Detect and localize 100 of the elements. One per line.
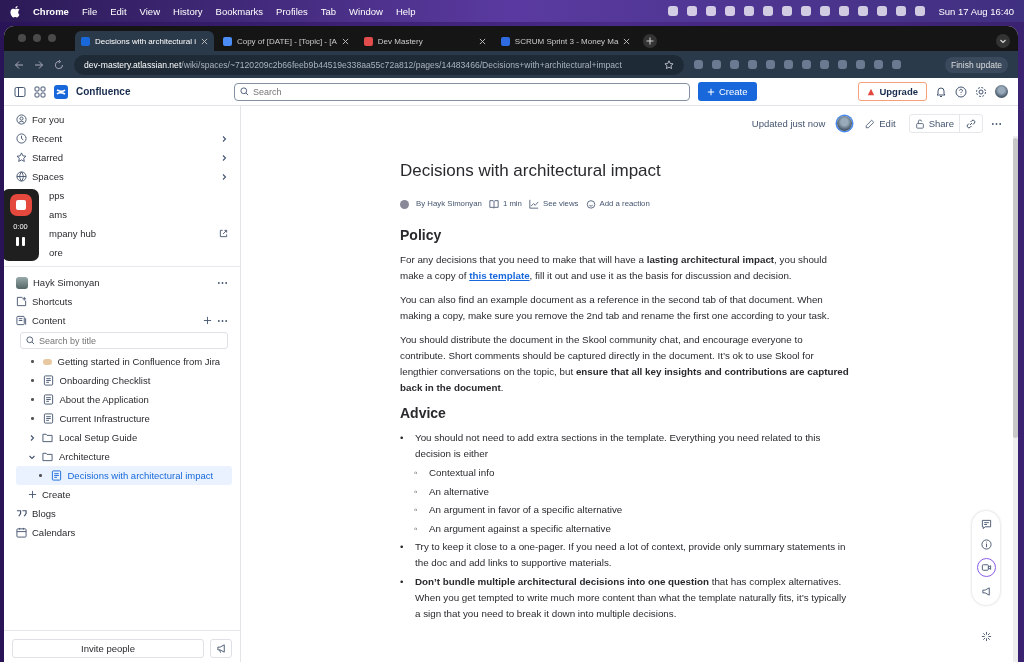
edit-button[interactable]: Edit	[860, 115, 901, 132]
chevron-right-icon[interactable]	[220, 153, 228, 162]
tab-search-button[interactable]	[996, 34, 1010, 48]
link-icon[interactable]	[965, 117, 977, 130]
sidebar-item[interactable]: pps	[49, 190, 65, 201]
status-icon[interactable]	[744, 6, 755, 16]
status-icon[interactable]	[858, 6, 869, 16]
invite-people-button[interactable]: Invite people	[12, 639, 204, 658]
sidebar-item[interactable]: Recent	[32, 133, 63, 144]
forward-icon[interactable]	[34, 59, 44, 70]
more-icon[interactable]	[991, 121, 1002, 126]
sidebar-item[interactable]: ore	[49, 247, 63, 258]
sparkle-icon[interactable]	[981, 631, 992, 642]
sidebar-item[interactable]: Calendars	[32, 527, 76, 538]
chevron-right-icon[interactable]	[28, 433, 36, 442]
sidebar-toggle-icon[interactable]	[14, 85, 26, 98]
list-item: Try to keep it close to a one-pager. If you need a lot of context, provide only summary statements in the doc and add links to supportive materials.	[415, 540, 847, 570]
new-tab-button[interactable]	[643, 34, 658, 48]
page-tree-item[interactable]: Onboarding Checklist	[16, 371, 232, 390]
status-icon[interactable]	[706, 6, 717, 16]
search-field[interactable]: Search	[234, 82, 690, 101]
reload-icon[interactable]	[54, 59, 64, 70]
sidebar-item[interactable]: Spaces	[32, 171, 64, 182]
page-tree-item[interactable]: About the Application	[16, 390, 232, 409]
template-link[interactable]: this template	[469, 270, 530, 281]
page-tree-item[interactable]: Current Infrastructure	[16, 409, 232, 428]
confluence-logo-icon[interactable]	[54, 84, 68, 99]
space-name[interactable]: Hayk Simonyan	[33, 277, 100, 288]
info-icon[interactable]	[980, 538, 992, 550]
comment-icon[interactable]	[980, 519, 992, 531]
page-tree-item[interactable]: Architecture	[16, 447, 232, 466]
sidebar-item[interactable]: For you	[32, 114, 65, 125]
page-tree-item[interactable]: Local Setup Guide	[16, 428, 232, 447]
pause-icon[interactable]	[16, 237, 25, 246]
menu-item[interactable]: Bookmarks	[215, 5, 264, 17]
upgrade-button[interactable]: Upgrade	[858, 82, 927, 101]
status-icon[interactable]	[763, 6, 774, 16]
status-icon[interactable]	[896, 6, 907, 16]
page-tree-item[interactable]: Getting started in Confluence from Jira	[16, 352, 232, 371]
menu-item[interactable]: File	[81, 5, 98, 17]
notification-bell-icon[interactable]	[935, 85, 947, 98]
sidebar-item[interactable]: ams	[49, 209, 67, 220]
list-item: An argument in favor of a specific alternative	[429, 503, 623, 517]
browser-tab[interactable]: Decisions with architectural i	[75, 31, 214, 51]
announcement-icon[interactable]	[980, 585, 992, 597]
stop-recording-button[interactable]	[9, 194, 32, 216]
feedback-button[interactable]	[210, 639, 232, 658]
bullet: •	[400, 431, 405, 445]
menu-item[interactable]: View	[139, 5, 160, 17]
create-button[interactable]: Create	[698, 82, 757, 101]
back-icon[interactable]	[14, 59, 24, 70]
status-icon[interactable]	[877, 6, 888, 16]
browser-tab[interactable]: Copy of [DATE] - [Topic] - [A	[216, 31, 355, 51]
avatar[interactable]	[995, 85, 1008, 98]
menu-item[interactable]: Chrome	[33, 5, 69, 17]
browser-tab[interactable]: Dev Mastery	[357, 31, 492, 51]
page-tree-item[interactable]: Decisions with architectural impact	[16, 466, 232, 485]
close-icon[interactable]	[623, 37, 631, 45]
chevron-right-icon[interactable]	[220, 172, 228, 181]
user-icon	[16, 114, 27, 125]
bookmark-star-icon[interactable]	[664, 59, 674, 70]
menu-item[interactable]: Edit	[110, 5, 127, 17]
browser-tab[interactable]: SCRUM Sprint 3 - Money Ma	[494, 31, 637, 51]
add-icon[interactable]	[203, 316, 212, 325]
help-icon[interactable]	[955, 85, 967, 98]
avatar[interactable]	[837, 116, 853, 131]
more-icon[interactable]	[217, 318, 228, 323]
close-icon[interactable]	[478, 37, 486, 45]
status-icon[interactable]	[915, 6, 926, 16]
external-link-icon[interactable]	[219, 229, 228, 238]
chevron-right-icon[interactable]	[220, 134, 228, 143]
sidebar-item[interactable]: mpany hub	[49, 228, 96, 239]
address-bar[interactable]: dev-mastery.atlassian.net/wiki/spaces/~7120209c2b66feeb9b44519e338aa55c72a812/pages/14483466/Decisions+with+architectural+impact	[74, 54, 684, 75]
list-item: Contextual info	[429, 466, 495, 480]
menu-item[interactable]: Tab	[320, 5, 337, 17]
more-icon[interactable]	[217, 280, 228, 285]
status-icon[interactable]	[687, 6, 698, 16]
status-icon[interactable]	[839, 6, 850, 16]
menu-item[interactable]: History	[173, 5, 203, 17]
status-icon[interactable]	[725, 6, 736, 16]
status-icon[interactable]	[820, 6, 831, 16]
add-reaction-icon	[585, 199, 596, 209]
close-icon[interactable]	[200, 37, 208, 45]
menu-item[interactable]: Profiles	[276, 5, 308, 17]
menu-item[interactable]: Help	[395, 5, 416, 17]
menu-item[interactable]: Window	[349, 5, 383, 17]
status-icon[interactable]	[782, 6, 793, 16]
status-icon[interactable]	[801, 6, 812, 16]
sidebar-item[interactable]: Blogs	[32, 508, 56, 519]
product-name[interactable]: Confluence	[76, 86, 226, 97]
settings-icon[interactable]	[975, 85, 987, 98]
close-icon[interactable]	[341, 37, 349, 45]
sidebar-item[interactable]: Starred	[32, 152, 64, 163]
sidebar-item[interactable]: Shortcuts	[32, 296, 73, 307]
finish-update-button[interactable]: Finish update	[944, 56, 1008, 73]
apple-icon[interactable]	[10, 4, 21, 18]
status-icon[interactable]	[668, 6, 679, 16]
sidebar-item[interactable]: Content	[32, 315, 66, 326]
app-switcher-icon[interactable]	[34, 85, 46, 98]
sidebar-item[interactable]: Create	[42, 489, 71, 500]
